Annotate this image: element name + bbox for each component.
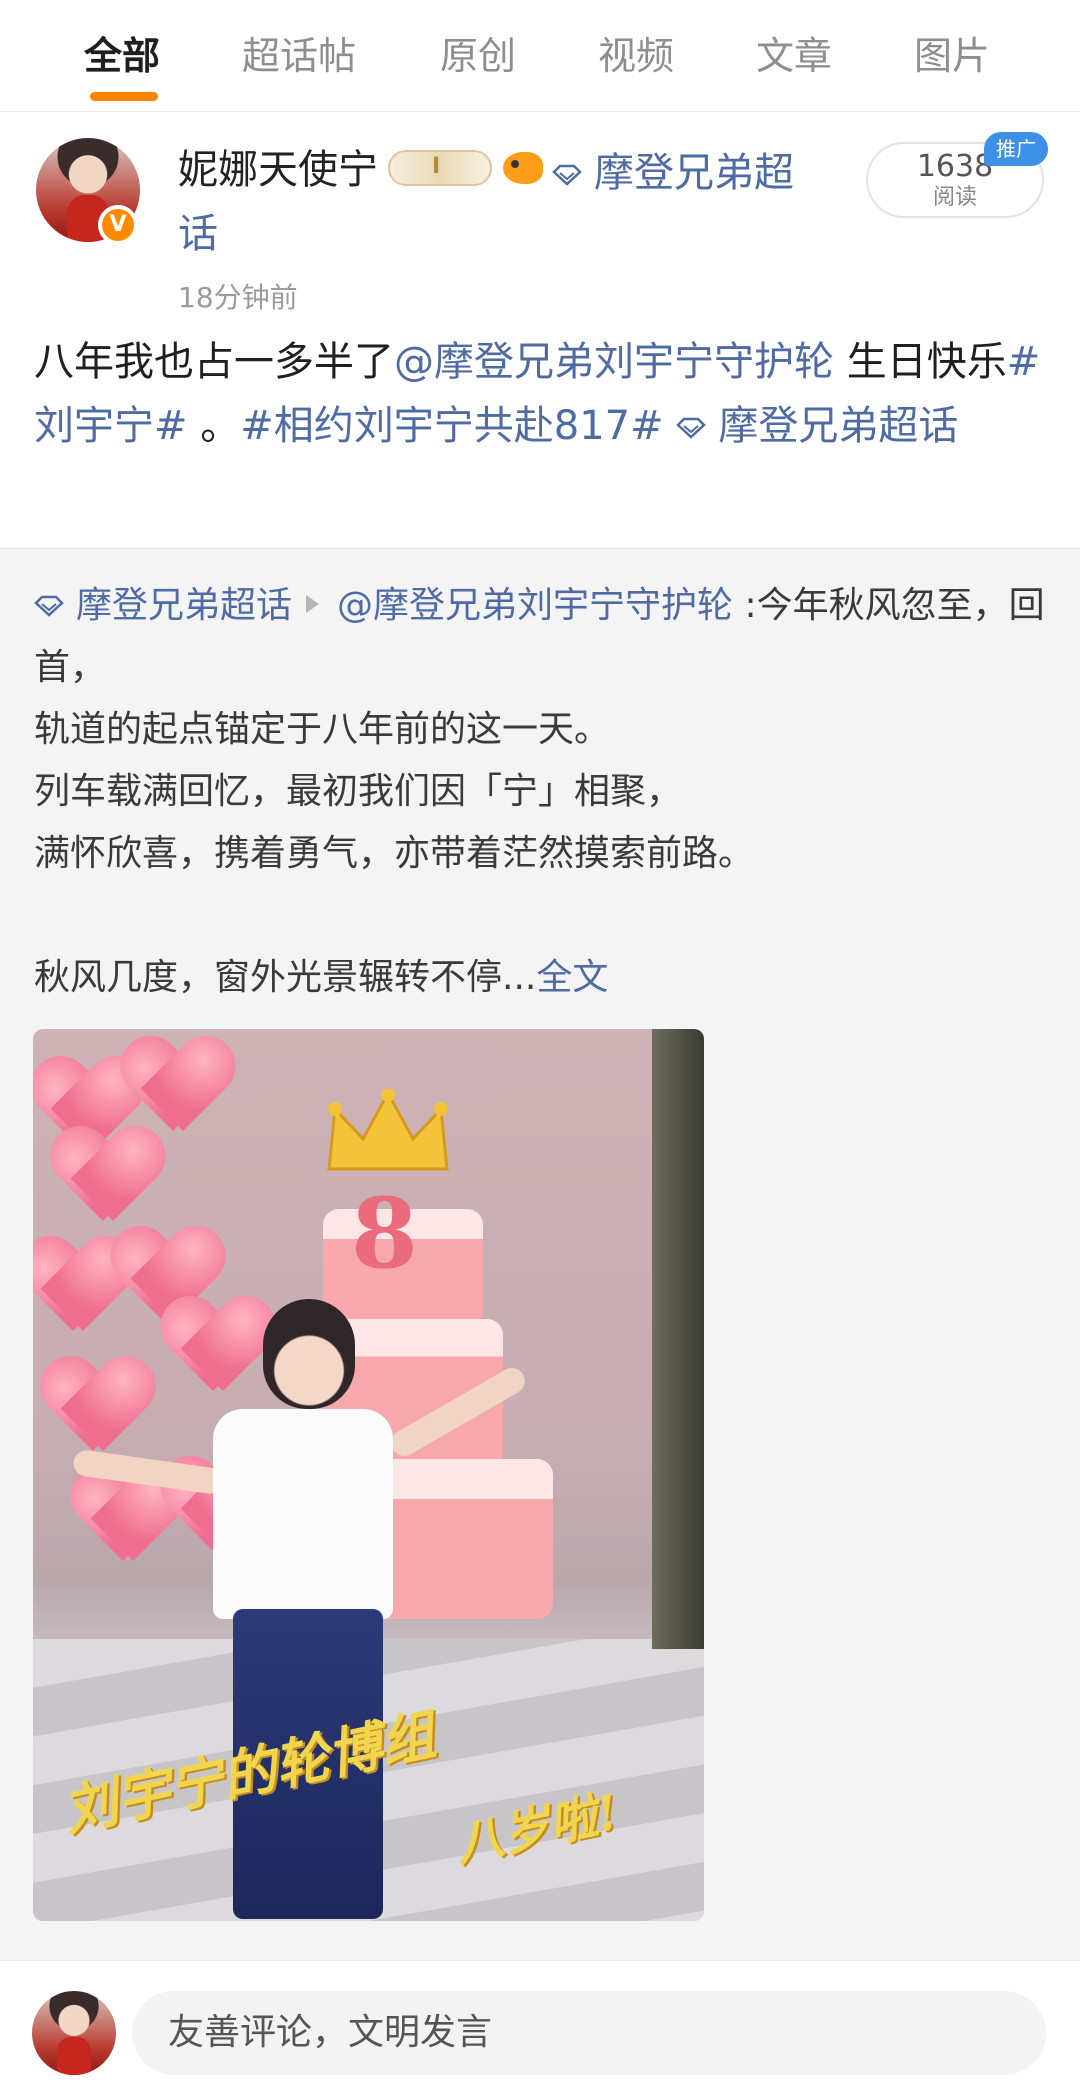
- heart-balloon-icon: [53, 1129, 163, 1229]
- repost-mention-link[interactable]: @摩登兄弟刘宇宁守护轮: [337, 585, 733, 626]
- cake-number: 8: [351, 1177, 418, 1290]
- full-text-link[interactable]: 全文: [536, 957, 608, 998]
- hashtag-link[interactable]: #相约刘宇宁共赴817#: [240, 403, 663, 449]
- image-wall: [652, 1029, 704, 1649]
- repost-supertopic-link[interactable]: 摩登兄弟超话: [34, 585, 292, 626]
- supertopic-label-cont[interactable]: 话: [178, 206, 218, 262]
- supertopic-label: 摩登兄弟超: [594, 150, 794, 196]
- repost-line: 满怀欣喜，携着勇气，亦带着茫然摸索前路。: [34, 833, 755, 874]
- read-label: 阅读: [932, 185, 977, 210]
- supertopic-tail-link[interactable]: 摩登兄弟超话: [676, 403, 958, 449]
- post-text-part: 生日快乐: [834, 339, 1007, 385]
- repost-line: 列车载满回忆，最初我们因「宁」相聚，: [34, 771, 683, 812]
- person-figure: [71, 1299, 530, 1919]
- post-time: 18分钟前: [178, 281, 298, 314]
- post-text-part: 。: [187, 403, 241, 449]
- diamond-icon: [34, 575, 64, 617]
- heart-balloon-icon: [123, 1039, 233, 1139]
- verified-v-icon: V: [98, 205, 138, 245]
- comment-bar: 友善评论，文明发言: [0, 1960, 1080, 2097]
- top-tab-bar: 全部 超话帖 原创 视频 文章 图片: [0, 0, 1080, 112]
- tab-supertopic-posts[interactable]: 超话帖: [242, 28, 356, 84]
- repost-text: 摩登兄弟超话 @摩登兄弟刘宇宁守护轮 :今年秋风忽至，回首， 轨道的起点锚定于八年…: [34, 575, 1054, 1009]
- tab-original[interactable]: 原创: [440, 28, 516, 84]
- tab-all[interactable]: 全部: [84, 28, 160, 84]
- repost-line: 秋风几度，窗外光景辗转不停...: [34, 957, 537, 998]
- comment-input[interactable]: 友善评论，文明发言: [132, 1991, 1046, 2075]
- crown-icon: [327, 1089, 449, 1171]
- mention-link[interactable]: @摩登兄弟刘宇宁守护轮: [394, 339, 834, 385]
- tab-active-indicator: [90, 92, 158, 101]
- post-image[interactable]: 8 刘宇宁的轮博组 八岁啦!: [33, 1029, 704, 1921]
- heart-balloon-icon: [43, 1359, 153, 1459]
- supertopic-tail-label: 摩登兄弟超话: [718, 403, 959, 449]
- repost-line: 轨道的起点锚定于八年前的这一天。: [34, 709, 611, 750]
- tab-images[interactable]: 图片: [914, 28, 990, 84]
- promote-badge[interactable]: 推广: [984, 132, 1048, 166]
- tab-article[interactable]: 文章: [756, 28, 832, 84]
- repost-card[interactable]: 摩登兄弟超话 @摩登兄弟刘宇宁守护轮 :今年秋风忽至，回首， 轨道的起点锚定于八年…: [0, 548, 1080, 1960]
- fan-badge-icon[interactable]: [503, 152, 543, 184]
- supertopic-link[interactable]: 摩登兄弟超: [552, 142, 802, 204]
- repost-supertopic-label: 摩登兄弟超话: [76, 585, 293, 626]
- post-text: 八年我也占一多半了@摩登兄弟刘宇宁守护轮 生日快乐#刘宇宁# 。#相约刘宇宁共赴…: [34, 330, 1054, 458]
- diamond-icon: [676, 394, 707, 439]
- tab-video[interactable]: 视频: [598, 28, 674, 84]
- username[interactable]: 妮娜天使宁: [178, 142, 378, 198]
- arrow-right-icon: [306, 595, 320, 613]
- member-level-badge-icon[interactable]: I: [388, 150, 492, 186]
- diamond-icon: [552, 142, 582, 186]
- my-avatar[interactable]: [32, 1991, 116, 2075]
- post-text-part: 八年我也占一多半了: [34, 339, 394, 385]
